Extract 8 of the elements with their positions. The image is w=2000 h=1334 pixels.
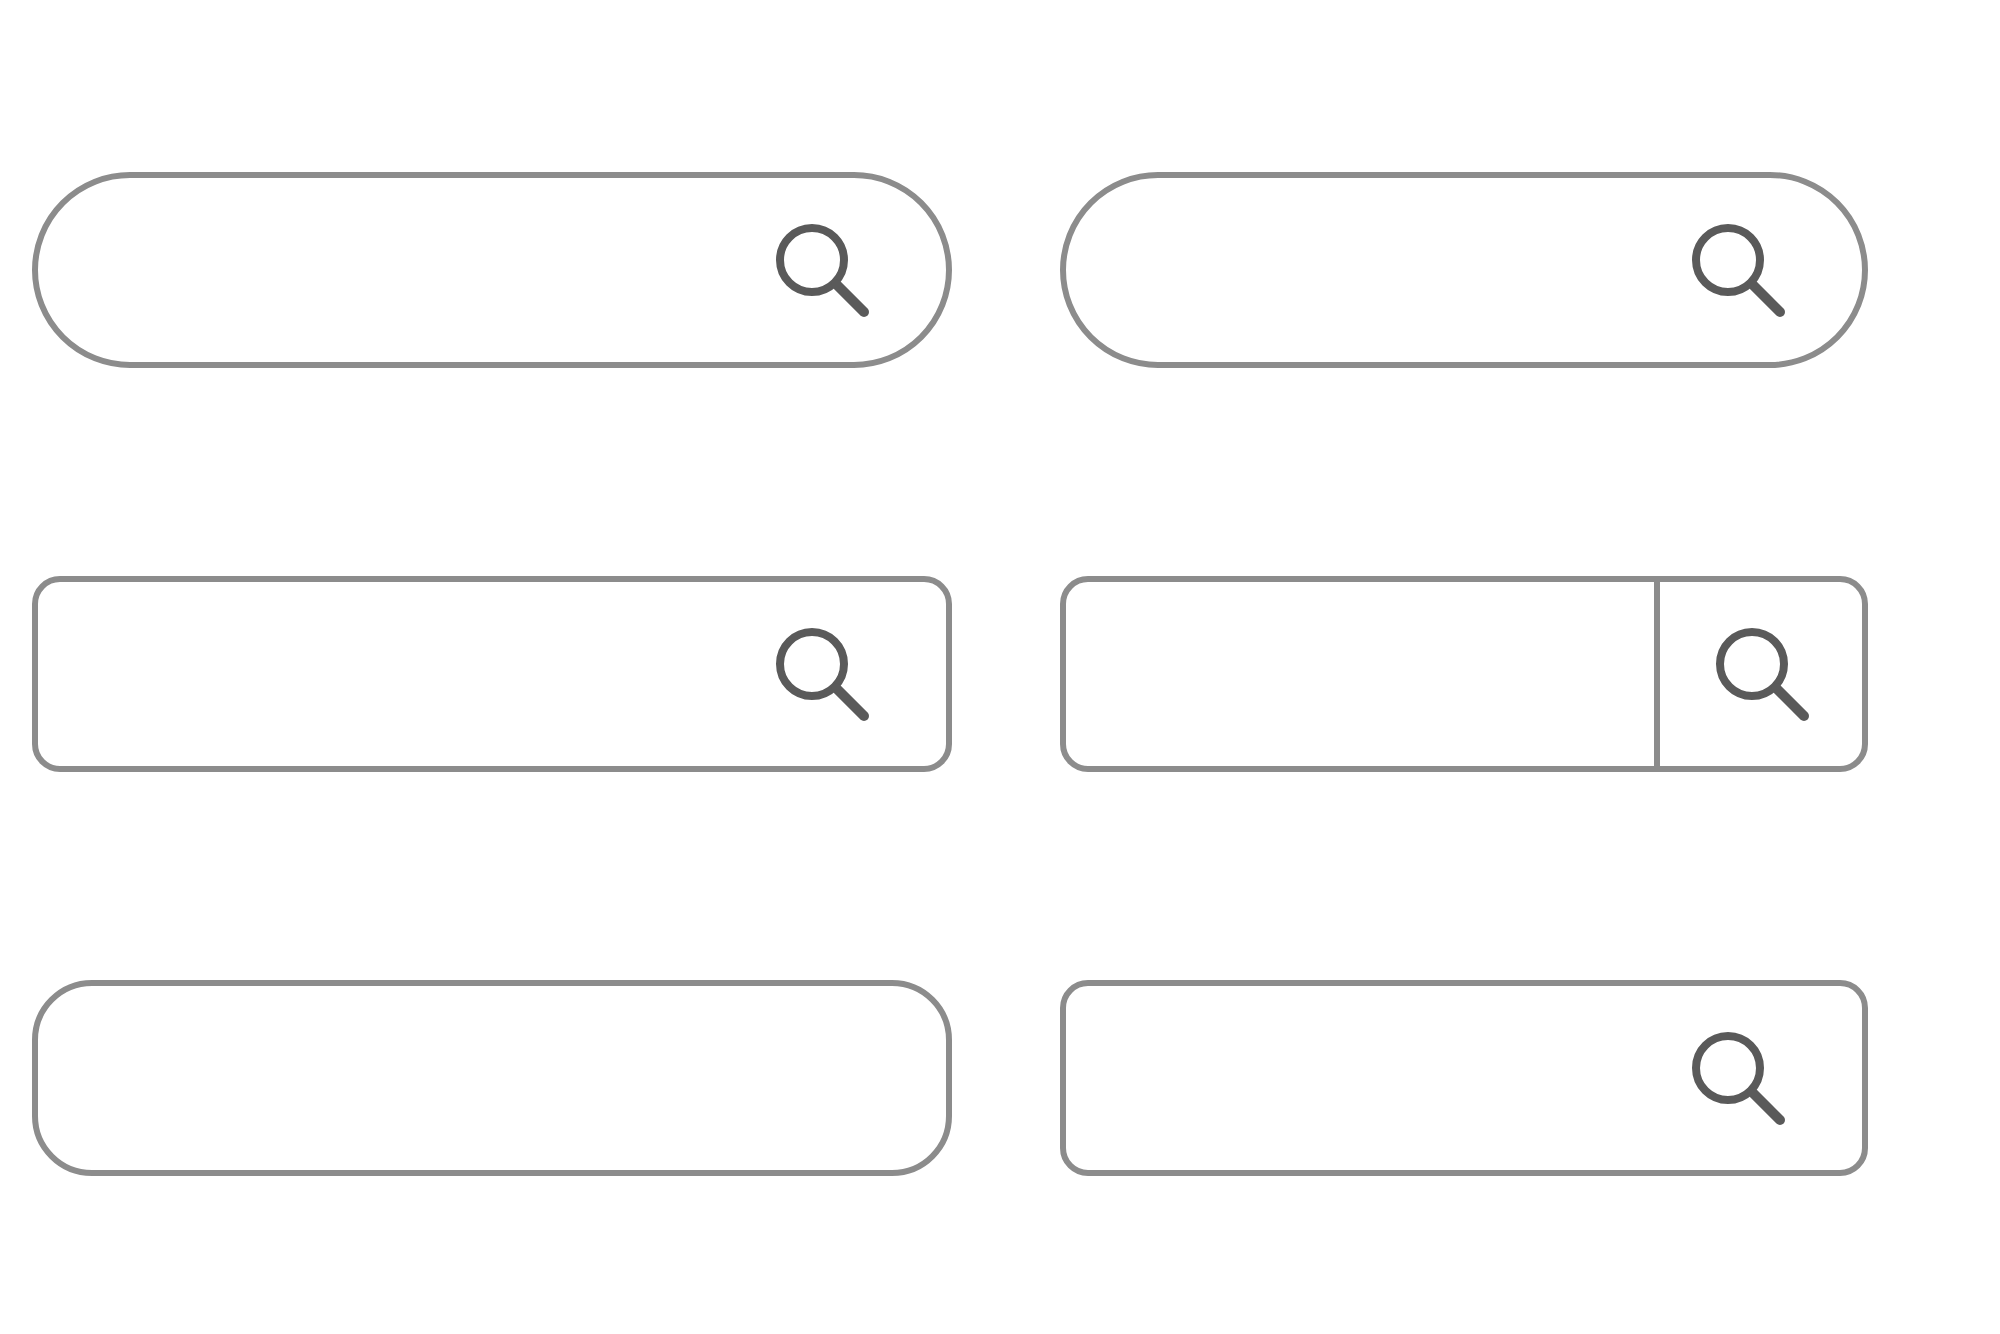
search-icon [1686,218,1790,322]
search-icon [770,622,874,726]
search-field[interactable] [32,576,952,772]
search-field[interactable] [32,980,952,1176]
search-field[interactable] [1060,980,1868,1176]
search-field[interactable] [1060,576,1868,772]
search-icon [1686,1026,1790,1130]
search-icon [770,218,874,322]
